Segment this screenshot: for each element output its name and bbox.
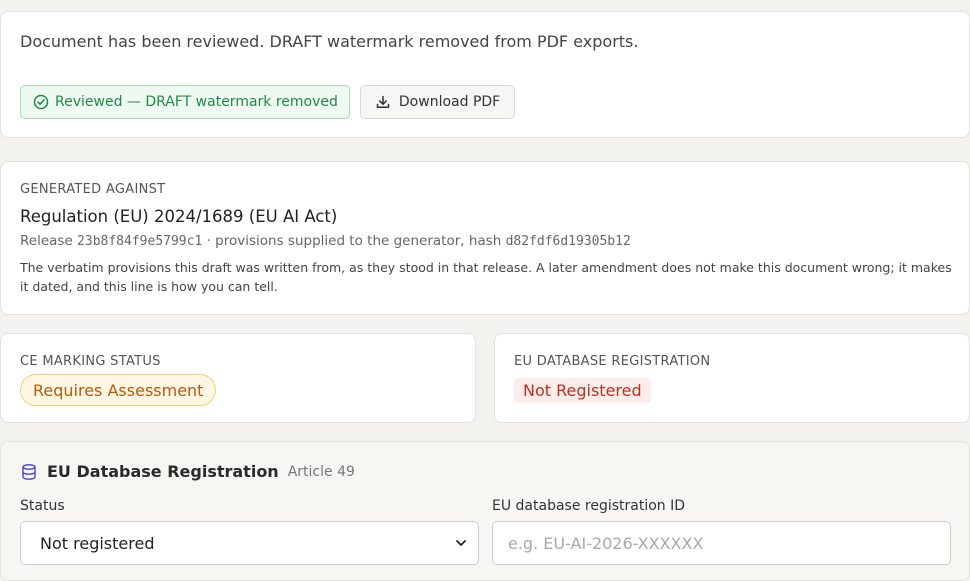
review-actions: Reviewed — DRAFT watermark removed Downl… bbox=[20, 85, 516, 119]
eu-database-card: EU DATABASE REGISTRATION Not Registered bbox=[494, 333, 970, 423]
verbatim-note: The verbatim provisions this draft was w… bbox=[20, 260, 952, 294]
status-label: Status bbox=[20, 498, 65, 514]
reviewed-status-label: Reviewed — DRAFT watermark removed bbox=[55, 94, 338, 110]
registration-id-label: EU database registration ID bbox=[492, 498, 686, 514]
regulation-name: Regulation (EU) 2024/1689 (EU AI Act) bbox=[20, 207, 338, 226]
status-select-value: Not registered bbox=[40, 533, 155, 553]
release-prefix: Release bbox=[20, 233, 73, 249]
eu-database-registration-section: EU Database Registration Article 49 Stat… bbox=[0, 441, 970, 581]
status-select[interactable]: Not registered bbox=[20, 521, 479, 565]
database-icon bbox=[20, 463, 38, 481]
generated-against-heading: GENERATED AGAINST bbox=[20, 182, 166, 197]
ce-marking-card: CE MARKING STATUS Requires Assessment bbox=[0, 333, 476, 423]
release-hash: 23b8f84f9e5799c1 bbox=[77, 234, 203, 249]
eu-database-status-badge: Not Registered bbox=[514, 378, 651, 403]
check-circle-icon bbox=[33, 94, 49, 110]
download-pdf-label: Download PDF bbox=[398, 94, 501, 110]
ce-marking-status-badge: Requires Assessment bbox=[20, 374, 217, 406]
ce-marking-heading: CE MARKING STATUS bbox=[20, 354, 161, 369]
eu-database-heading: EU DATABASE REGISTRATION bbox=[514, 354, 711, 369]
provisions-text: · provisions supplied to the generator, … bbox=[206, 233, 502, 249]
registration-title: EU Database Registration bbox=[47, 462, 279, 481]
registration-id-input[interactable] bbox=[492, 521, 951, 565]
download-icon bbox=[375, 94, 391, 110]
chevron-down-icon bbox=[454, 536, 468, 550]
review-message: Document has been reviewed. DRAFT waterm… bbox=[20, 32, 639, 51]
generated-against-card: GENERATED AGAINST Regulation (EU) 2024/1… bbox=[0, 161, 970, 315]
registration-article: Article 49 bbox=[287, 463, 355, 480]
registration-header: EU Database Registration Article 49 bbox=[20, 462, 355, 481]
review-card: Document has been reviewed. DRAFT waterm… bbox=[0, 11, 970, 138]
download-pdf-button[interactable]: Download PDF bbox=[359, 85, 516, 119]
release-line: Release 23b8f84f9e5799c1 · provisions su… bbox=[20, 233, 631, 249]
provisions-hash: d82fdf6d19305b12 bbox=[505, 234, 631, 249]
reviewed-status-badge: Reviewed — DRAFT watermark removed bbox=[20, 85, 350, 119]
